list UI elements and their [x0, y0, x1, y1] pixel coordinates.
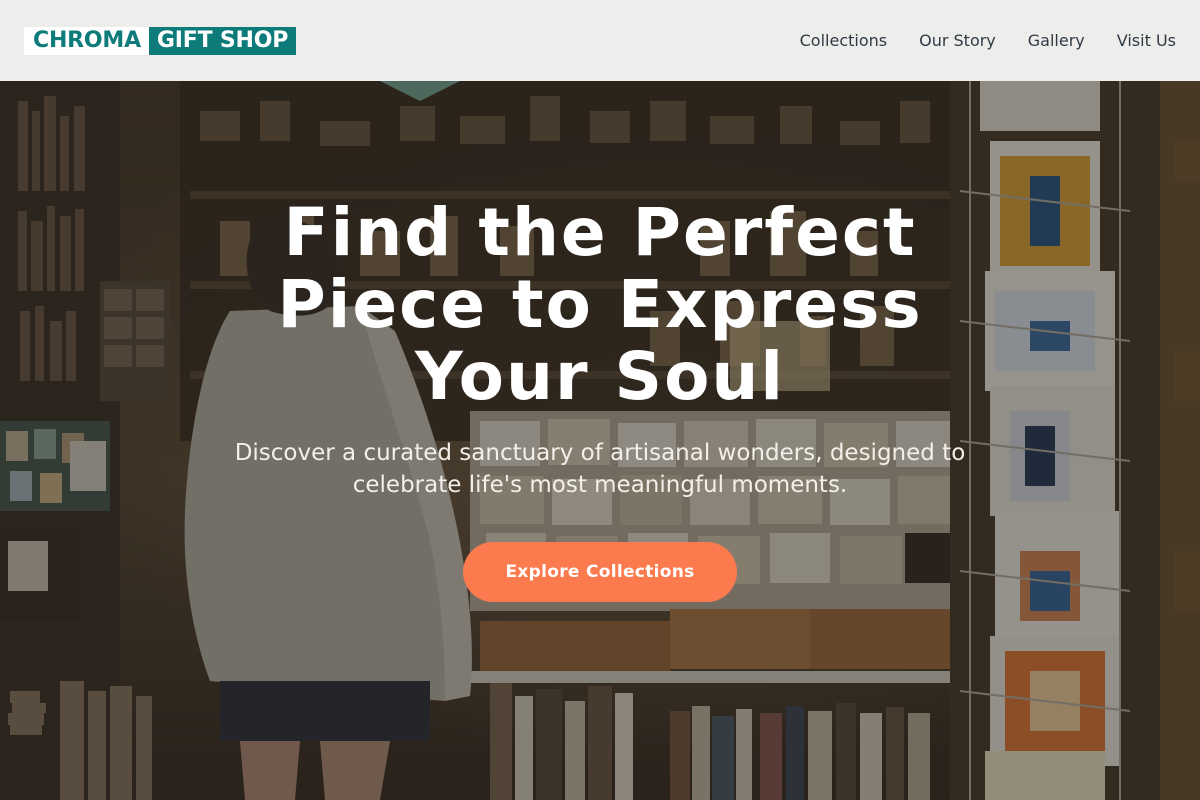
nav-link-gallery[interactable]: Gallery: [1028, 31, 1085, 50]
hero-title-line: Find the Perfect: [283, 194, 917, 271]
hero-subtitle-line: Discover a curated sanctuary of artisana…: [234, 440, 966, 466]
hero-title-line: Your Soul: [414, 338, 786, 415]
nav-link-collections[interactable]: Collections: [800, 31, 887, 50]
hero-subtitle: Discover a curated sanctuary of artisana…: [200, 437, 1000, 501]
explore-collections-button[interactable]: Explore Collections: [463, 542, 737, 602]
brand-name-part1: CHROMA: [24, 26, 149, 55]
nav-link-our-story[interactable]: Our Story: [919, 31, 996, 50]
main-nav: Collections Our Story Gallery Visit Us: [800, 31, 1176, 50]
hero-title: Find the Perfect Piece to Express Your S…: [200, 197, 1000, 413]
hero-subtitle-line: celebrate life's most meaningful moments…: [352, 472, 848, 498]
nav-link-visit-us[interactable]: Visit Us: [1117, 31, 1176, 50]
hero-section: Find the Perfect Piece to Express Your S…: [0, 81, 1200, 800]
site-header: CHROMA GIFT SHOP Collections Our Story G…: [0, 0, 1200, 81]
brand-name-part2: GIFT SHOP: [148, 26, 297, 55]
hero-title-line: Piece to Express: [277, 266, 923, 343]
brand-logo[interactable]: CHROMA GIFT SHOP: [24, 26, 297, 55]
